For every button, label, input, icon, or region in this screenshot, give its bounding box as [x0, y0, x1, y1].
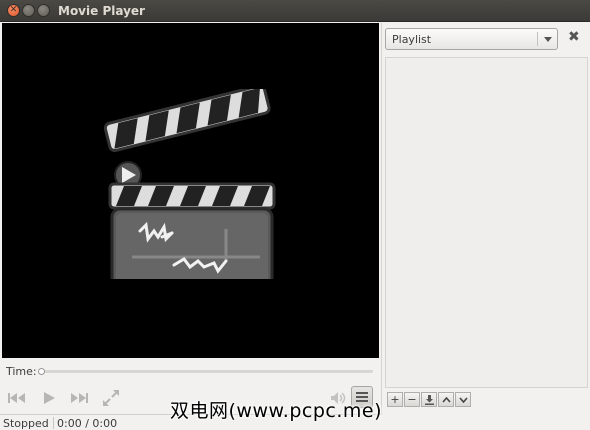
- sidebar: Playlist ✖ + −: [381, 23, 590, 414]
- window-minimize-button[interactable]: [22, 4, 35, 17]
- window-close-button[interactable]: ✕: [7, 4, 20, 17]
- chevron-down-icon: [544, 37, 552, 42]
- seek-handle[interactable]: [38, 368, 45, 375]
- move-down-button[interactable]: [455, 392, 471, 407]
- remove-from-playlist-button[interactable]: −: [404, 392, 420, 407]
- time-label: Time:: [6, 365, 37, 378]
- fullscreen-icon: [103, 390, 119, 406]
- previous-button[interactable]: [6, 388, 28, 408]
- watermark-text: 双电网(www.pcpc.me): [170, 400, 382, 422]
- playlist-list[interactable]: [385, 57, 588, 388]
- sidebar-selector-value: Playlist: [392, 33, 432, 46]
- save-playlist-button[interactable]: [421, 392, 437, 407]
- sidebar-selector[interactable]: Playlist: [385, 28, 558, 50]
- playlist-toolbar: + −: [387, 392, 471, 407]
- close-icon: ✖: [568, 29, 580, 45]
- save-icon: [424, 394, 434, 405]
- time-seek-slider[interactable]: [38, 368, 373, 375]
- playback-state: Stopped: [3, 417, 49, 430]
- combo-divider: [537, 32, 538, 46]
- window-title: Movie Player: [58, 4, 145, 18]
- play-button[interactable]: [38, 388, 60, 408]
- clapperboard-icon: [103, 89, 276, 279]
- window-maximize-button[interactable]: [37, 4, 50, 17]
- move-up-icon: [441, 396, 451, 403]
- next-icon: [71, 393, 88, 403]
- status-divider: [53, 417, 54, 429]
- fullscreen-button[interactable]: [100, 388, 122, 408]
- title-bar: ✕ Movie Player: [0, 0, 590, 22]
- playback-position: 0:00 / 0:00: [57, 417, 118, 430]
- add-to-playlist-button[interactable]: +: [387, 392, 403, 407]
- close-icon: ✕: [9, 5, 18, 15]
- video-area[interactable]: [2, 23, 379, 358]
- play-icon: [44, 392, 55, 404]
- next-button[interactable]: [68, 388, 90, 408]
- move-down-icon: [458, 396, 468, 403]
- close-sidebar-button[interactable]: ✖: [568, 29, 580, 45]
- add-icon: +: [390, 393, 400, 406]
- previous-icon: [8, 393, 25, 403]
- move-up-button[interactable]: [438, 392, 454, 407]
- remove-icon: −: [407, 393, 417, 406]
